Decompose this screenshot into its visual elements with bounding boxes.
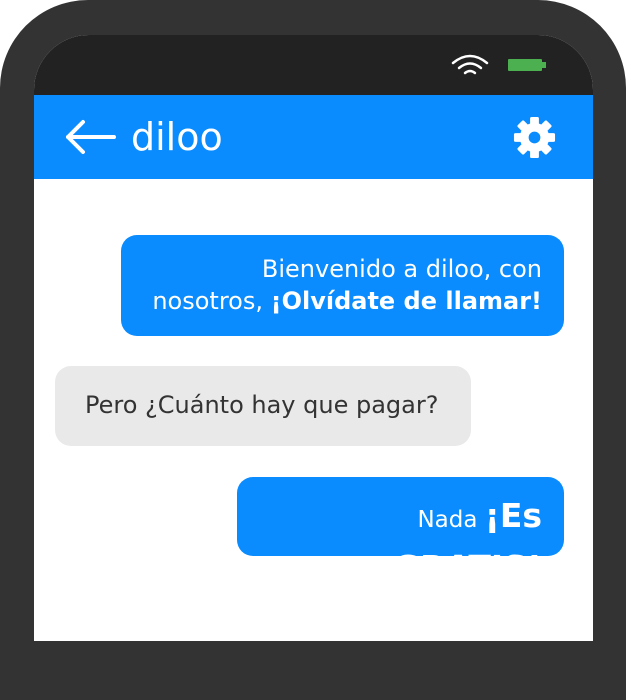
arrow-left-icon[interactable]	[64, 118, 116, 156]
phone-frame: diloo Bienvenido a diloo, con nosotros, …	[0, 0, 626, 700]
message-text-normal: nosotros,	[152, 287, 271, 315]
battery-icon	[508, 59, 546, 71]
app-header: diloo	[34, 95, 593, 179]
wifi-icon	[451, 54, 489, 75]
message-text-normal: Nada	[417, 507, 485, 533]
message-bubble-received: Pero ¿Cuánto hay que pagar?	[55, 366, 471, 446]
message-text: Bienvenido a diloo, con	[261, 255, 542, 283]
message-text: nosotros, ¡Olvídate de llamar!	[143, 285, 542, 317]
gear-icon[interactable]	[512, 115, 557, 160]
app-title: diloo	[131, 115, 223, 159]
message-bubble-sent: Bienvenido a diloo, con nosotros, ¡Olvíd…	[121, 235, 564, 336]
message-text-bold: ¡Olvídate de llamar!	[270, 287, 542, 315]
status-bar	[34, 35, 593, 95]
message-bubble-sent: Nada ¡Es GRATIS!	[237, 477, 564, 587]
message-text: Pero ¿Cuánto hay que pagar?	[85, 391, 439, 419]
phone-screen: diloo Bienvenido a diloo, con nosotros, …	[34, 35, 593, 641]
